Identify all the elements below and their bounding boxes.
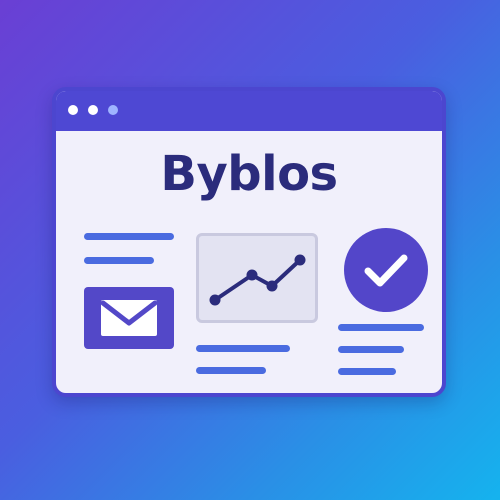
chart-point (294, 254, 306, 266)
app-title: Byblos (160, 146, 338, 202)
mail-tile[interactable] (84, 287, 174, 349)
window-minimize-dot[interactable] (88, 105, 98, 115)
browser-window: Byblos (52, 87, 446, 397)
text-line (196, 345, 290, 352)
checkmark-icon (364, 254, 408, 287)
text-line (338, 324, 424, 331)
chart-point (266, 280, 278, 292)
check-badge[interactable] (344, 228, 428, 312)
chart-point (246, 269, 258, 281)
chart-card[interactable] (196, 233, 318, 323)
chart-point (209, 294, 221, 306)
line-chart-icon (209, 254, 306, 306)
window-titlebar (56, 91, 442, 131)
text-line (84, 233, 174, 240)
text-line (84, 257, 154, 264)
text-line (338, 368, 396, 375)
text-line (196, 367, 266, 374)
text-line (338, 346, 404, 353)
window-close-dot[interactable] (68, 105, 78, 115)
window-maximize-dot[interactable] (108, 105, 118, 115)
envelope-icon (100, 300, 158, 336)
